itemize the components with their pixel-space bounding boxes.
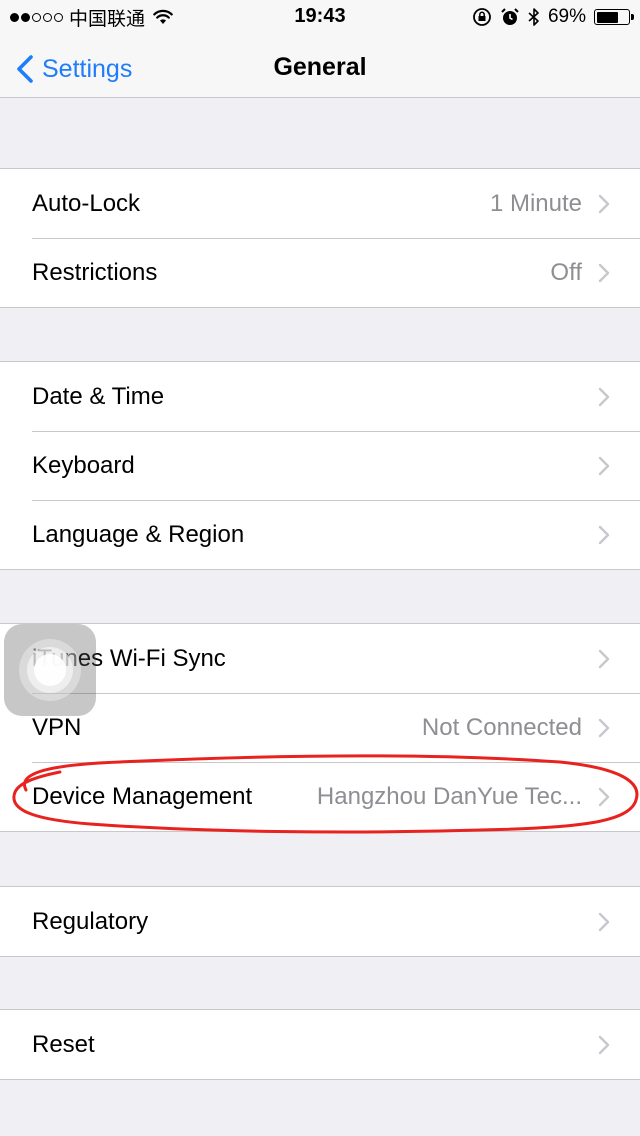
row-reset[interactable]: Reset bbox=[0, 1010, 640, 1079]
row-keyboard[interactable]: Keyboard bbox=[0, 431, 640, 500]
battery-fill bbox=[596, 11, 618, 23]
row-device-management[interactable]: Device Management Hangzhou DanYue Tec... bbox=[0, 762, 640, 831]
navigation-bar: Settings General bbox=[0, 40, 640, 98]
row-label: Language & Region bbox=[32, 520, 245, 548]
chevron-right-icon bbox=[598, 718, 610, 737]
row-value: 1 Minute bbox=[489, 189, 582, 217]
chevron-right-icon bbox=[598, 263, 610, 282]
chevron-right-icon bbox=[598, 1035, 610, 1054]
row-language-region[interactable]: Language & Region bbox=[0, 500, 640, 569]
battery-percentage: 69% bbox=[547, 6, 586, 27]
settings-group: iTunes Wi-Fi Sync VPN Not Connected Device … bbox=[0, 623, 640, 832]
row-label: Device Management bbox=[32, 782, 253, 810]
chevron-right-icon bbox=[598, 525, 610, 544]
settings-group: Regulatory bbox=[0, 886, 640, 957]
chevron-right-icon bbox=[598, 787, 610, 806]
row-value: Not Connected bbox=[421, 713, 582, 741]
assistive-touch-core bbox=[34, 654, 66, 686]
row-label: Auto-Lock bbox=[32, 189, 141, 217]
row-label: Reset bbox=[32, 1030, 95, 1058]
row-label: Date & Time bbox=[32, 382, 165, 410]
row-date-time[interactable]: Date & Time bbox=[0, 362, 640, 431]
row-label: Keyboard bbox=[32, 451, 135, 479]
row-value: Off bbox=[550, 258, 582, 286]
battery-icon bbox=[594, 9, 634, 25]
chevron-right-icon bbox=[598, 912, 610, 931]
row-restrictions[interactable]: Restrictions Off bbox=[0, 238, 640, 307]
alarm-icon bbox=[501, 8, 519, 25]
page-title: General bbox=[273, 53, 367, 81]
assistive-touch-button[interactable] bbox=[4, 624, 96, 716]
row-regulatory[interactable]: Regulatory bbox=[0, 887, 640, 956]
chevron-right-icon bbox=[598, 649, 610, 668]
row-label: VPN bbox=[32, 713, 82, 741]
row-auto-lock[interactable]: Auto-Lock 1 Minute bbox=[0, 169, 640, 238]
assistive-touch-ring bbox=[19, 639, 81, 701]
settings-group: Auto-Lock 1 Minute Restrictions Off bbox=[0, 168, 640, 308]
settings-group: Date & Time Keyboard Language & Region bbox=[0, 361, 640, 570]
row-itunes-wi-fi-sync[interactable]: iTunes Wi-Fi Sync bbox=[0, 624, 640, 693]
row-vpn[interactable]: VPN Not Connected bbox=[0, 693, 640, 762]
status-bar: 中国联通 19:43 69% bbox=[0, 0, 640, 40]
chevron-right-icon bbox=[598, 387, 610, 406]
chevron-right-icon bbox=[598, 456, 610, 475]
row-value: Hangzhou DanYue Tec... bbox=[316, 782, 582, 810]
settings-group: Reset bbox=[0, 1009, 640, 1080]
row-label: Regulatory bbox=[32, 907, 149, 935]
assistive-touch-ring-inner bbox=[27, 647, 73, 693]
status-right: 69% bbox=[472, 4, 634, 30]
rotation-lock-icon bbox=[473, 8, 491, 26]
row-label: Restrictions bbox=[32, 258, 158, 286]
chevron-right-icon bbox=[598, 194, 610, 213]
bluetooth-icon bbox=[528, 8, 539, 26]
